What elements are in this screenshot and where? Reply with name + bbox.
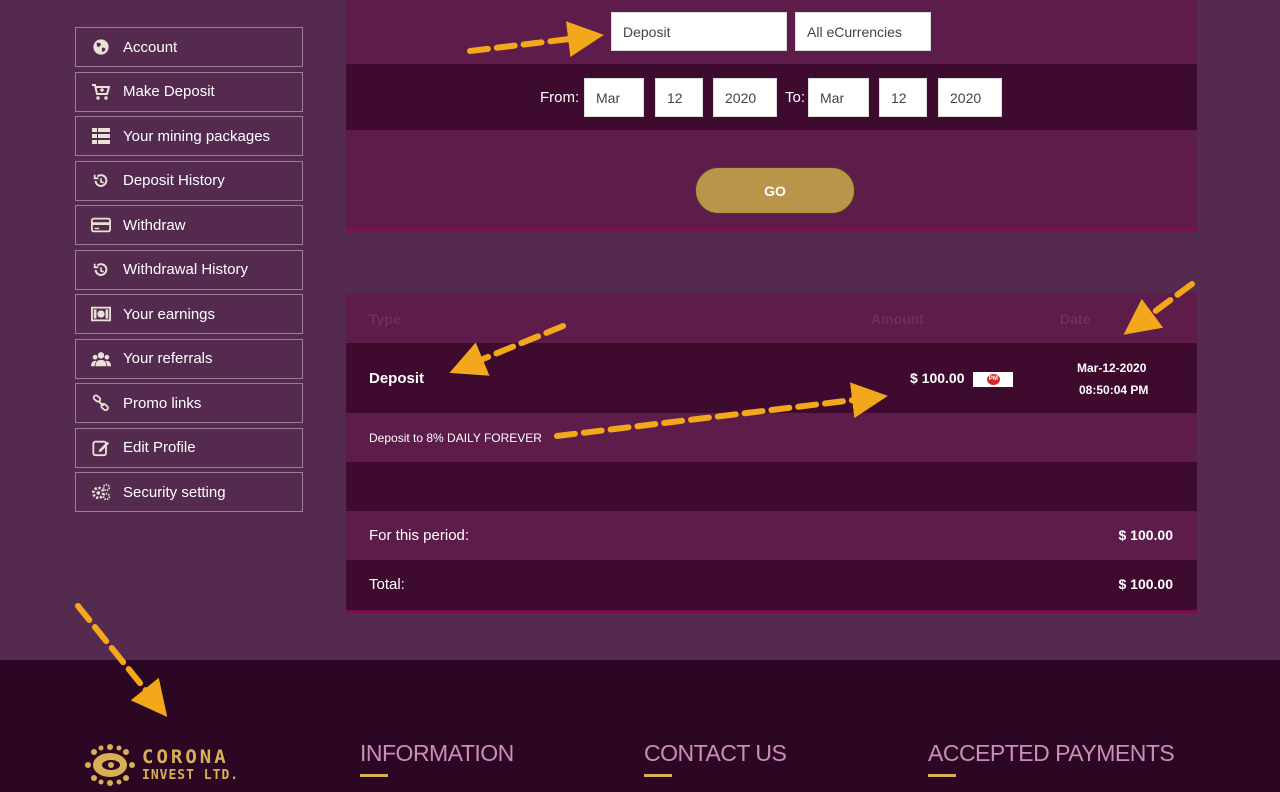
row-date: Mar-12-2020 xyxy=(1077,361,1147,375)
credit-card-icon xyxy=(90,215,112,235)
period-label: For this period: xyxy=(369,527,470,544)
perfect-money-icon: PM xyxy=(973,371,1014,387)
grand-total-row: Total: $ 100.00 xyxy=(346,560,1197,610)
sidebar-item-label: Make Deposit xyxy=(123,83,215,100)
link-icon xyxy=(90,393,112,413)
sidebar-item-label: Promo links xyxy=(123,394,202,412)
period-total-row: For this period: $ 100.00 xyxy=(346,511,1197,560)
edit-icon xyxy=(90,438,112,458)
history-filter-panel: Deposit All eCurrencies From: Mar 12 202… xyxy=(346,0,1197,231)
table-row-spacer xyxy=(346,462,1197,511)
sidebar-item-label: Withdrawal History xyxy=(123,261,249,278)
row-time: 08:50:04 PM xyxy=(1079,383,1149,397)
footer-contact-heading: CONTACT US xyxy=(644,740,787,766)
sidebar-item-promo-links[interactable]: Promo links xyxy=(75,383,303,423)
corona-invest-logo[interactable]: CORONA INVEST LTD. xyxy=(84,744,239,786)
money-icon xyxy=(90,304,112,324)
pm-badge-label: PM xyxy=(986,373,1000,385)
type-column-header: Type xyxy=(369,311,401,327)
filter-type-row: Deposit All eCurrencies xyxy=(346,12,1197,52)
globe-icon xyxy=(90,37,112,57)
sidebar-item-withdrawal-history[interactable]: Withdrawal History xyxy=(75,249,303,290)
logo-text: CORONA INVEST LTD. xyxy=(142,746,240,783)
sidebar-item-label: Deposit History xyxy=(123,172,225,189)
amount-column-header: Amount xyxy=(871,311,924,327)
date-range-row: From: Mar 12 2020 To: Mar 12 2020 xyxy=(346,64,1197,130)
sidebar-item-referrals[interactable]: Your referrals xyxy=(75,338,303,379)
ecurrency-select[interactable]: All eCurrencies xyxy=(795,12,931,51)
sidebar-item-account[interactable]: Account xyxy=(75,27,303,67)
footer-underline xyxy=(644,774,672,777)
sidebar-item-label: Your mining packages xyxy=(123,127,271,145)
from-month-select[interactable]: Mar xyxy=(584,78,644,117)
sidebar-item-mining-packages[interactable]: Your mining packages xyxy=(75,116,303,156)
site-footer: CORONA INVEST LTD. INFORMATION CONTACT U… xyxy=(0,660,1280,792)
from-day-select[interactable]: 12 xyxy=(655,78,703,117)
sidebar-item-label: Security setting xyxy=(123,483,226,501)
row-type: Deposit xyxy=(369,370,425,387)
row-amount-value: $ 100.00 xyxy=(910,370,965,386)
gears-icon xyxy=(90,482,112,502)
to-label: To: xyxy=(785,89,806,106)
sidebar-item-earnings[interactable]: Your earnings xyxy=(75,294,303,334)
sidebar-item-label: Account xyxy=(123,38,178,56)
date-column-header: Date xyxy=(1060,311,1091,327)
footer-payments-heading: ACCEPTED PAYMENTS xyxy=(928,740,1175,766)
footer-underline xyxy=(928,774,956,777)
footer-information-heading: INFORMATION xyxy=(360,740,514,766)
row-amount: $ 100.00 PM xyxy=(910,370,1014,387)
history-icon xyxy=(90,260,112,280)
transaction-type-select[interactable]: Deposit xyxy=(611,12,787,51)
row-description: Deposit to 8% DAILY FOREVER xyxy=(369,431,542,445)
table-row-description: Deposit to 8% DAILY FOREVER xyxy=(346,413,1197,462)
logo-line1: CORONA xyxy=(142,746,229,768)
account-sidebar: Account Make Deposit Your mining package… xyxy=(75,27,303,517)
period-value: $ 100.00 xyxy=(1118,527,1174,543)
sidebar-item-withdraw[interactable]: Withdraw xyxy=(75,205,303,245)
list-icon xyxy=(90,126,112,146)
sidebar-item-label: Your earnings xyxy=(123,305,216,323)
cart-icon xyxy=(90,82,112,102)
from-label: From: xyxy=(540,89,580,106)
total-label: Total: xyxy=(369,576,405,593)
table-header: Type Amount Date xyxy=(346,293,1197,343)
go-button[interactable]: GO xyxy=(695,167,855,214)
to-month-select[interactable]: Mar xyxy=(808,78,869,117)
virus-icon xyxy=(85,744,135,786)
from-year-select[interactable]: 2020 xyxy=(713,78,777,117)
logo-line2: INVEST LTD. xyxy=(142,768,240,783)
to-year-select[interactable]: 2020 xyxy=(938,78,1002,117)
total-value: $ 100.00 xyxy=(1118,576,1174,592)
history-icon xyxy=(90,171,112,191)
table-row: Deposit $ 100.00 PM Mar-12-2020 08:50:04… xyxy=(346,343,1197,413)
users-icon xyxy=(90,349,112,369)
footer-underline xyxy=(360,774,388,777)
sidebar-item-label: Withdraw xyxy=(123,216,186,234)
sidebar-item-make-deposit[interactable]: Make Deposit xyxy=(75,71,303,112)
sidebar-item-deposit-history[interactable]: Deposit History xyxy=(75,160,303,201)
sidebar-item-edit-profile[interactable]: Edit Profile xyxy=(75,427,303,468)
history-results-table: Type Amount Date Deposit $ 100.00 PM Mar… xyxy=(346,293,1197,613)
sidebar-item-label: Edit Profile xyxy=(123,439,196,456)
sidebar-item-label: Your referrals xyxy=(123,350,213,367)
sidebar-item-security-setting[interactable]: Security setting xyxy=(75,472,303,512)
to-day-select[interactable]: 12 xyxy=(879,78,927,117)
